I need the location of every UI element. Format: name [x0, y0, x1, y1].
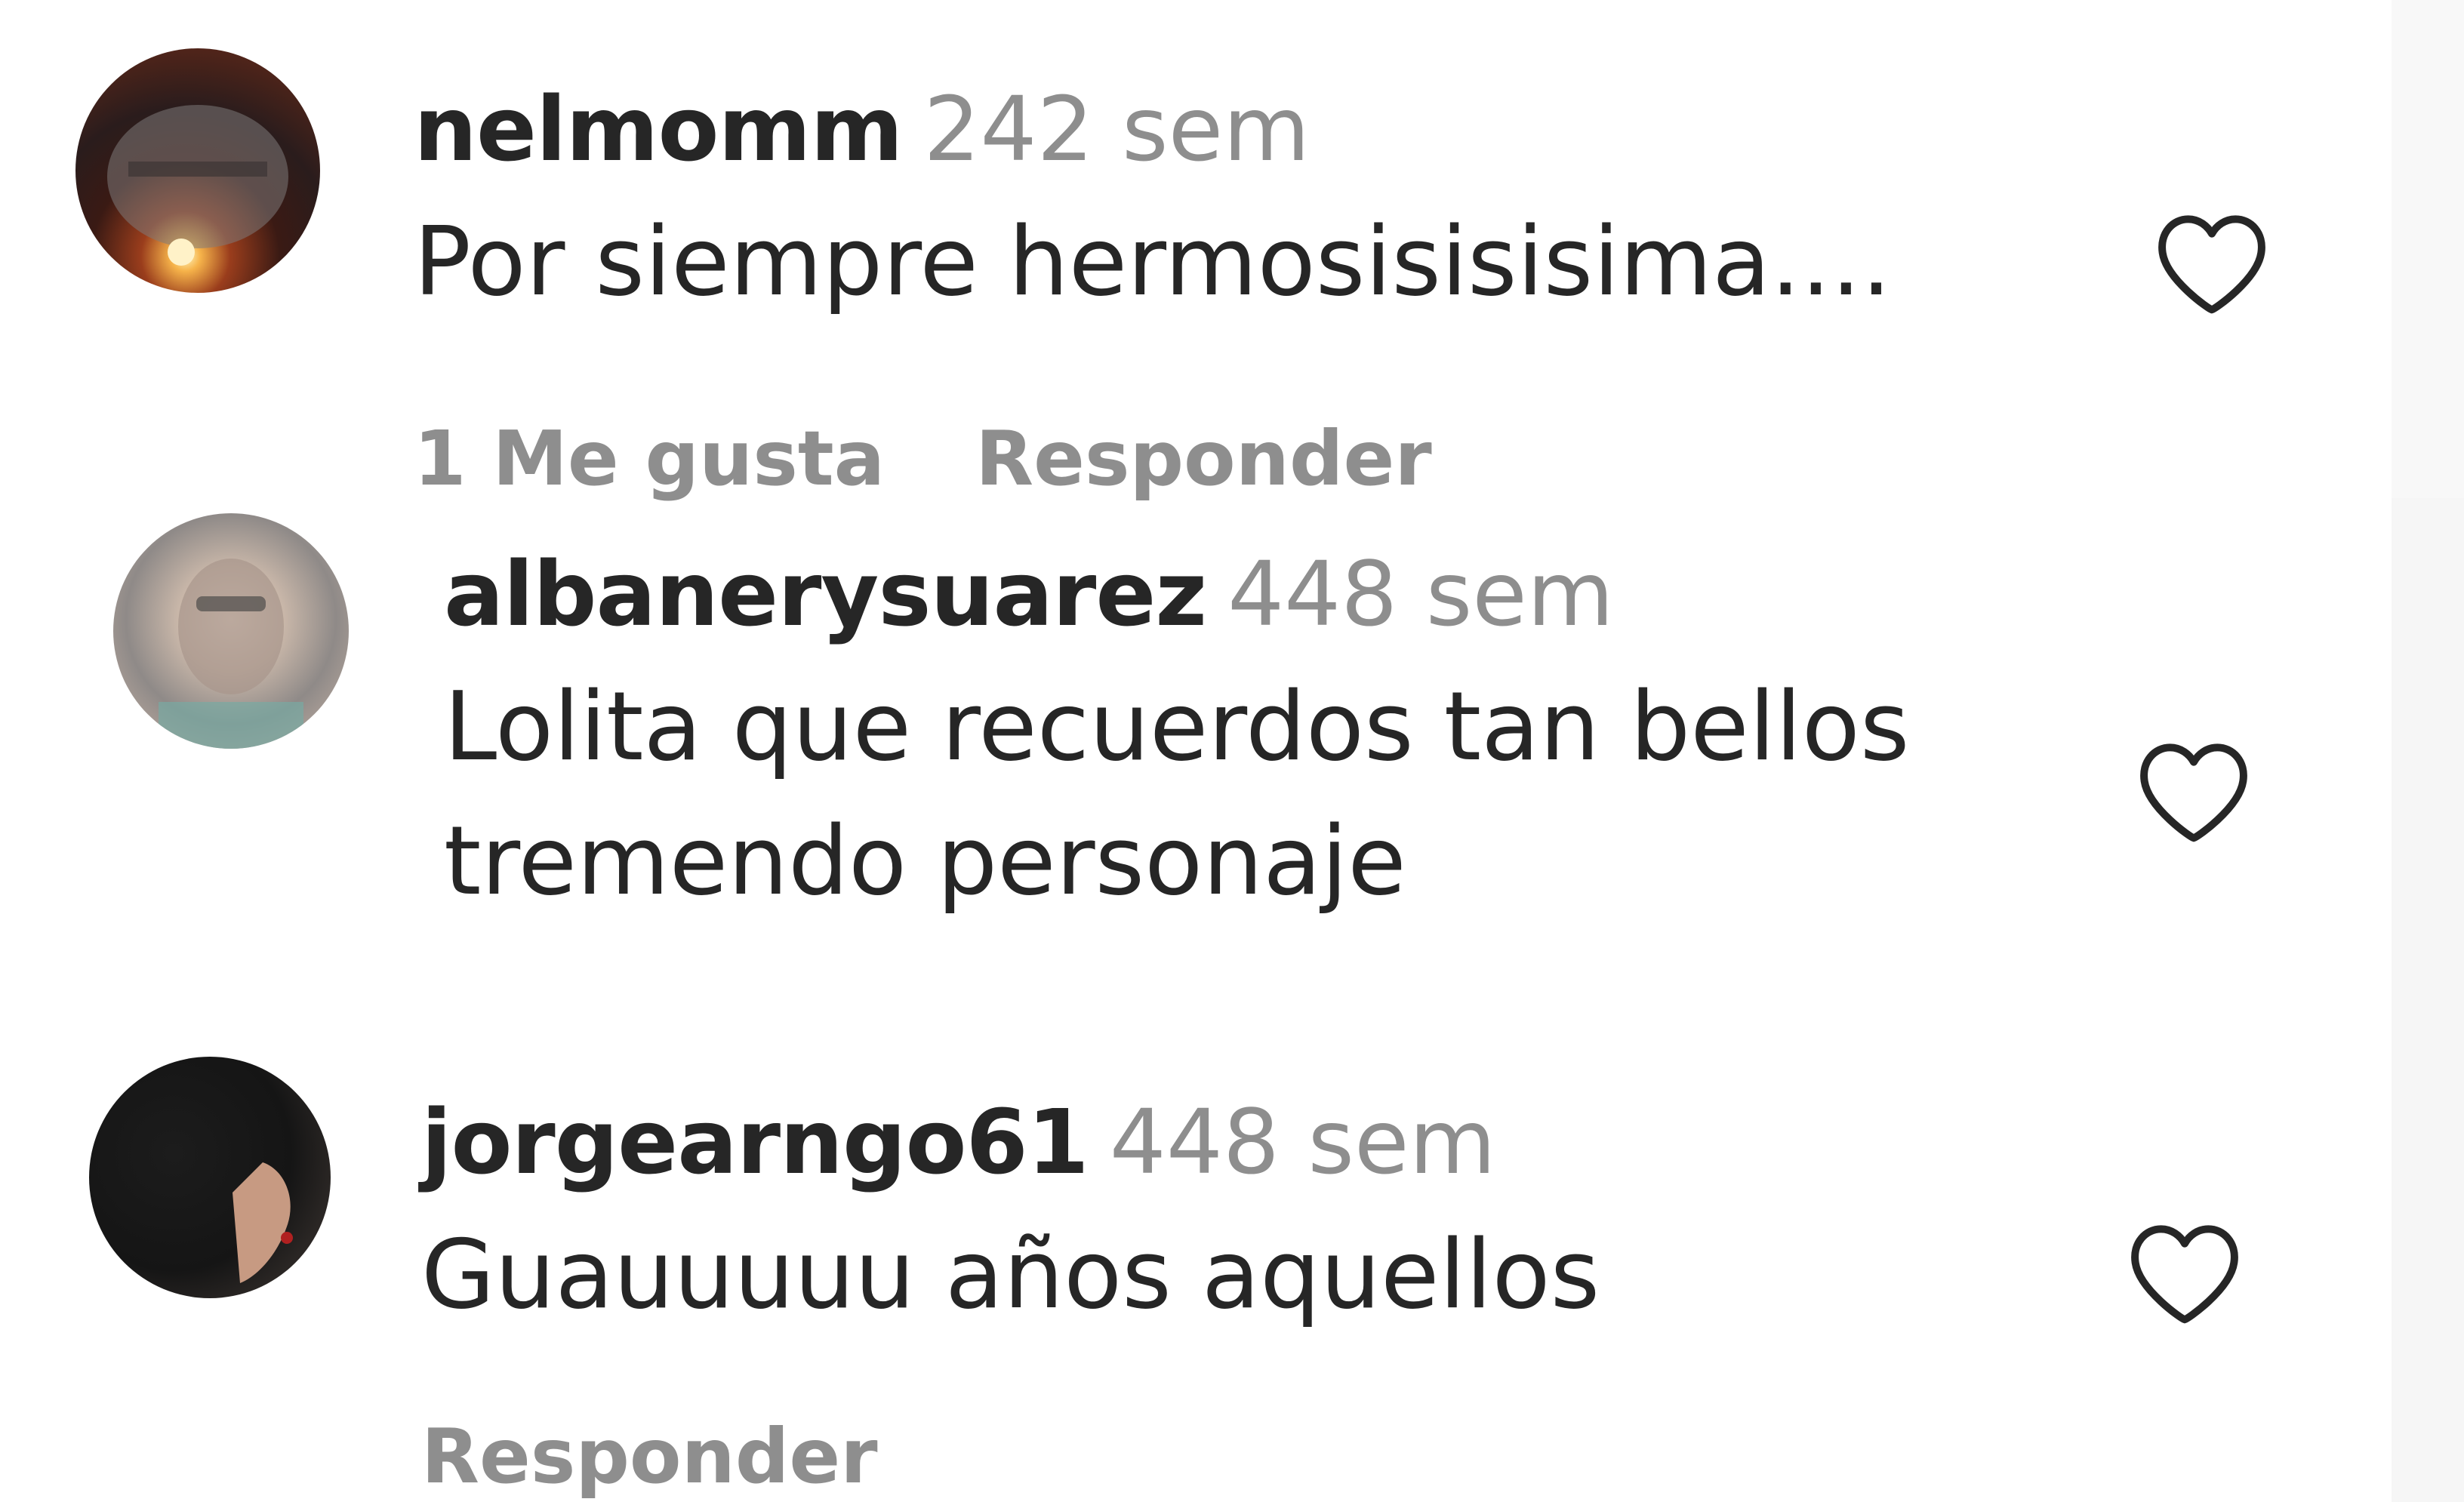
scrollbar-thumb[interactable] [2392, 0, 2464, 498]
comment-text: Lolita que recuerdos tan bellos tremendo… [444, 660, 1910, 928]
heart-outline-icon[interactable] [2124, 1215, 2245, 1328]
comments-panel: nelmomm 242 sem Por siempre hermosisisisi… [0, 0, 2464, 1502]
avatar[interactable] [113, 513, 349, 749]
reply-button[interactable]: Responder [421, 1412, 878, 1500]
comment-actions: 1 Me gusta Responder [414, 421, 1432, 497]
comment-item: albanerysuarez 448 sem Lolita que recuerd… [0, 498, 2340, 1026]
comment-text: Guauuuuu años aquellos [421, 1208, 1600, 1342]
avatar-image [107, 105, 288, 266]
comment-item: jorgearngo61 448 sem Guauuuuu años aquell… [0, 1026, 2340, 1502]
avatar-image [159, 559, 303, 749]
avatar[interactable] [75, 48, 320, 293]
username-link[interactable]: jorgearngo61 [421, 1090, 1089, 1194]
comment-text-line: tremendo personaje [444, 805, 1406, 916]
comment-text-line: Por siempre hermosisisisima.... [414, 206, 1892, 317]
scrollbar-track[interactable] [2392, 0, 2464, 1502]
avatar[interactable] [89, 1057, 331, 1298]
comment-actions: Responder [421, 1419, 878, 1494]
comment-header: albanerysuarez 448 sem [444, 549, 1614, 639]
heart-outline-icon[interactable] [2151, 205, 2272, 319]
timestamp[interactable]: 448 sem [1227, 542, 1614, 646]
timestamp[interactable]: 448 sem [1110, 1090, 1496, 1194]
avatar-image [233, 1162, 293, 1283]
comment-header: nelmomm 242 sem [414, 85, 1310, 174]
timestamp[interactable]: 242 sem [923, 77, 1310, 181]
comment-text: Por siempre hermosisisisima.... [414, 195, 1892, 329]
comment-item: nelmomm 242 sem Por siempre hermosisisisi… [0, 0, 2340, 498]
username-link[interactable]: nelmomm [414, 77, 903, 181]
username-link[interactable]: albanerysuarez [444, 542, 1207, 646]
comment-text-line: Guauuuuu años aquellos [421, 1219, 1600, 1330]
reply-button[interactable]: Responder [975, 414, 1432, 503]
heart-outline-icon[interactable] [2133, 734, 2254, 847]
likes-count-link[interactable]: 1 Me gusta [414, 414, 885, 503]
comment-header: jorgearngo61 448 sem [421, 1097, 1496, 1187]
comment-text-line: Lolita que recuerdos tan bellos [444, 671, 1910, 782]
